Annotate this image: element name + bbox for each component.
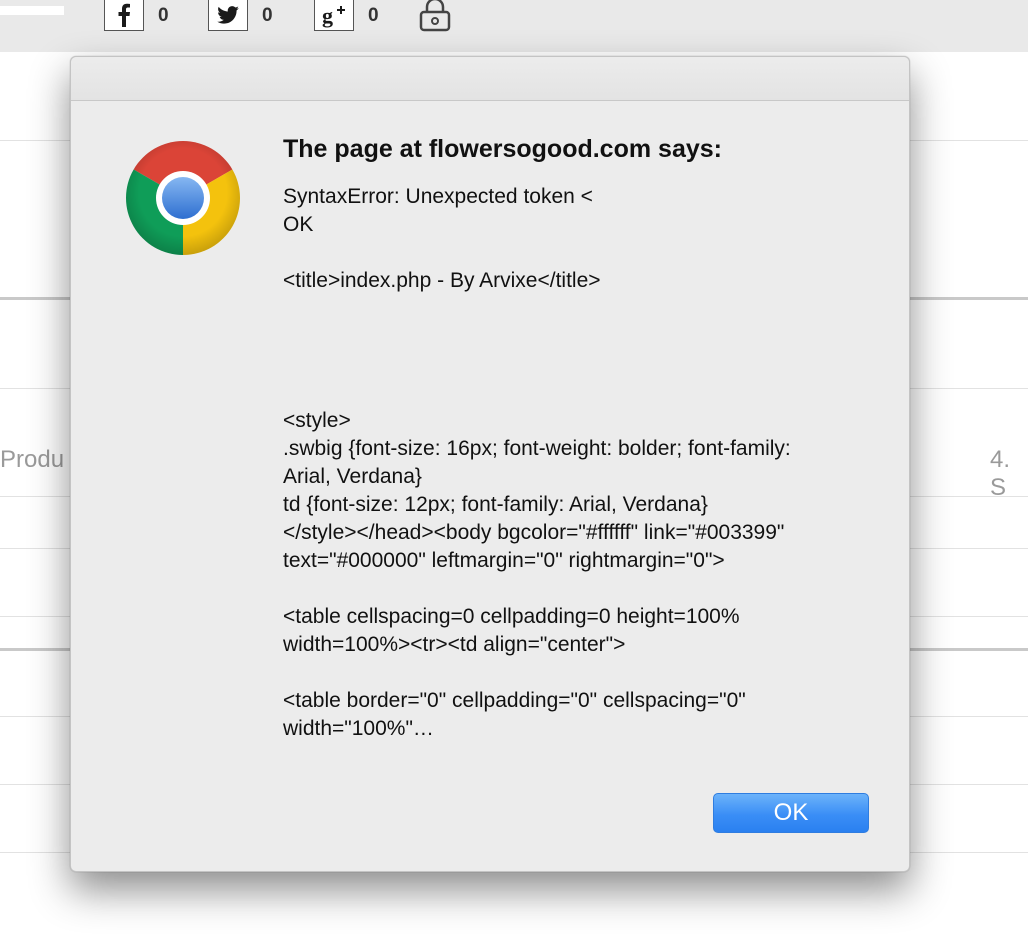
facebook-share-count: 0 xyxy=(158,4,169,26)
ok-button[interactable]: OK xyxy=(713,793,869,833)
google-plus-share[interactable]: g 0 xyxy=(314,0,379,31)
page-header-bar: 0 0 g 0 xyxy=(0,0,1028,52)
dialog-message: SyntaxError: Unexpected token < OK <titl… xyxy=(283,185,791,740)
google-plus-icon[interactable]: g xyxy=(314,0,354,31)
header-divider xyxy=(0,6,64,15)
twitter-share[interactable]: 0 xyxy=(208,0,273,31)
google-plus-share-count: 0 xyxy=(368,4,379,26)
dialog-title: The page at flowersogood.com says: xyxy=(283,135,722,163)
alert-dialog: The page at flowersogood.com says: Synta… xyxy=(70,56,910,872)
dialog-titlebar[interactable] xyxy=(71,57,909,101)
facebook-share[interactable]: 0 xyxy=(104,0,169,31)
chrome-logo-icon xyxy=(126,141,240,255)
twitter-icon[interactable] xyxy=(208,0,248,31)
step-tab-products[interactable]: Produ xyxy=(0,446,64,474)
step-tab-4[interactable]: 4. S xyxy=(990,446,1028,502)
lock-icon[interactable] xyxy=(418,0,452,32)
facebook-icon[interactable] xyxy=(104,0,144,31)
svg-text:g: g xyxy=(322,3,333,28)
twitter-share-count: 0 xyxy=(262,4,273,26)
